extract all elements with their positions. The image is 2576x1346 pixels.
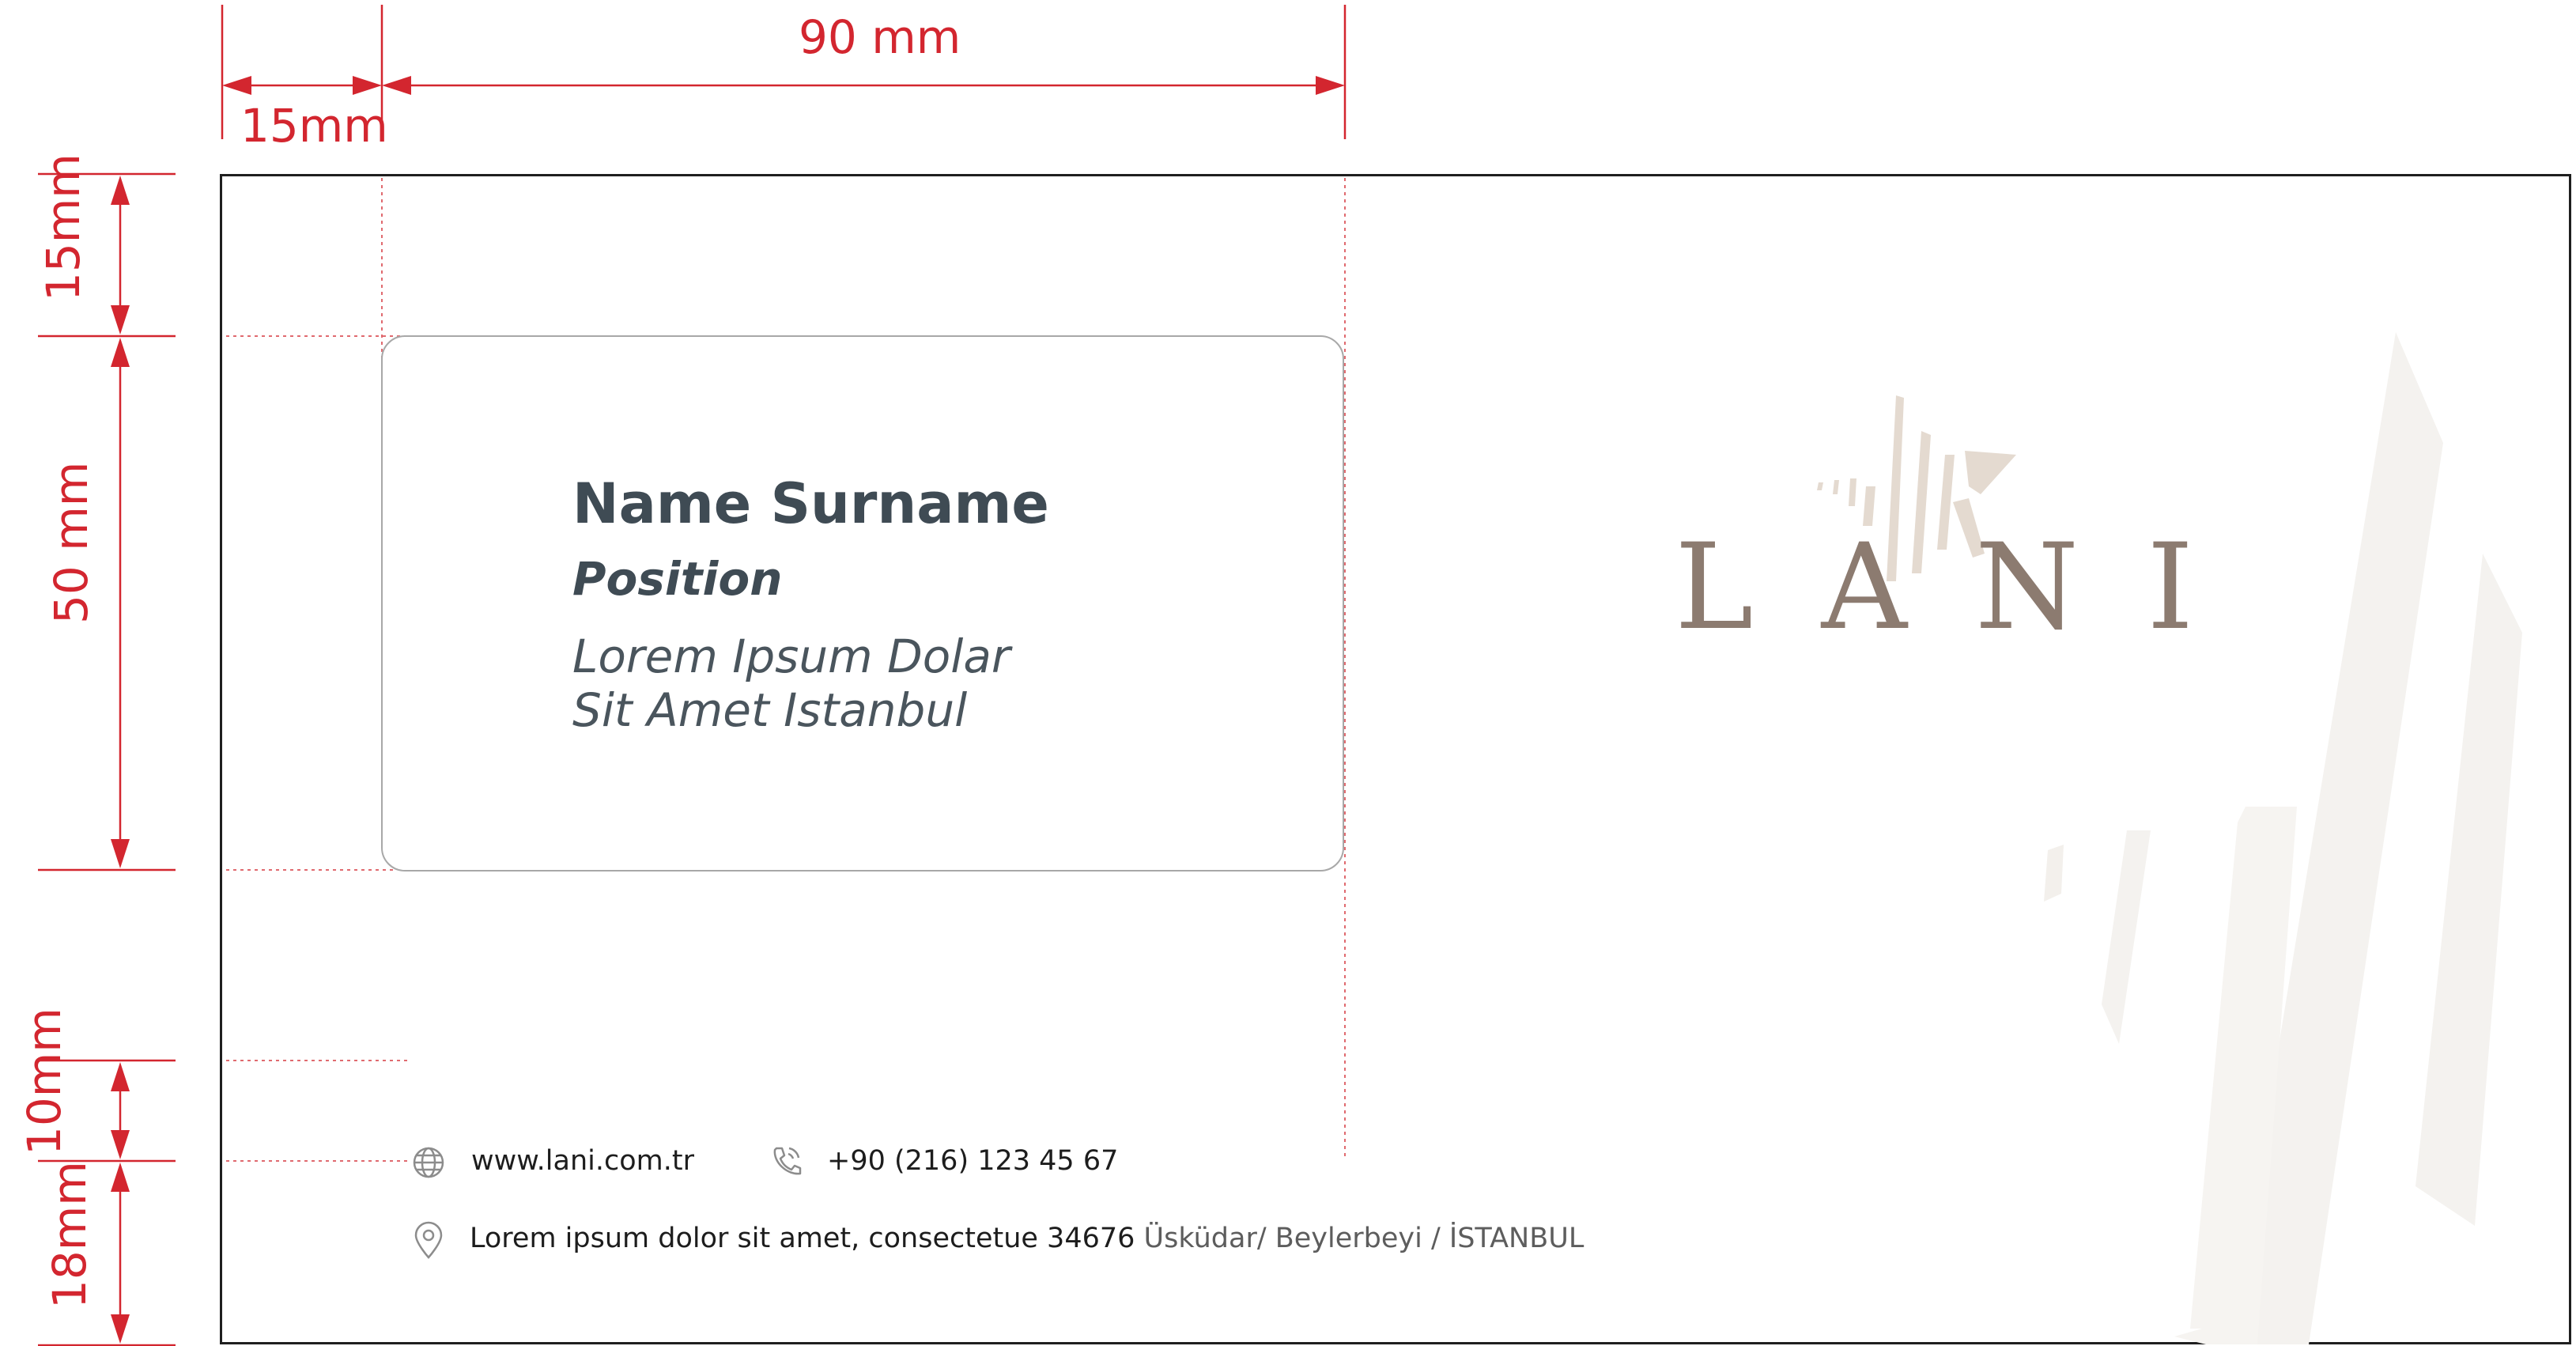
dimension-label-left-15mm: 15mm [36, 153, 90, 301]
phone-icon [773, 1147, 802, 1175]
logo-text: LANI [1675, 519, 2262, 656]
dimension-label-50mm: 50 mm [44, 461, 98, 624]
globe-icon [413, 1147, 444, 1178]
address-line-1: Lorem Ipsum Dolar [572, 630, 1010, 683]
address-text: Lorem ipsum dolor sit amet, consectetue … [470, 1223, 1584, 1254]
dimension-label-90mm: 90 mm [799, 10, 961, 64]
website-link[interactable]: www.lani.com.tr [471, 1145, 694, 1177]
phone-number: +90 (216) 123 45 67 [827, 1145, 1119, 1177]
address-area: Üsküdar/ Beylerbeyi / İSTANBUL [1143, 1223, 1585, 1254]
dimension-label-10mm: 10mm [17, 1008, 71, 1155]
dimension-label-18mm: 18mm [43, 1161, 96, 1309]
location-pin-icon [414, 1221, 443, 1259]
recipient-address: Lorem Ipsum Dolar Sit Amet Istanbul [572, 630, 1010, 737]
recipient-name: Name Surname [572, 471, 1049, 536]
address-line-2: Sit Amet Istanbul [572, 683, 968, 737]
recipient-position: Position [572, 552, 783, 606]
dimension-label-top-15mm: 15mm [240, 99, 388, 153]
address-main: Lorem ipsum dolor sit amet, consectetue … [470, 1223, 1135, 1254]
address-window [381, 335, 1344, 871]
